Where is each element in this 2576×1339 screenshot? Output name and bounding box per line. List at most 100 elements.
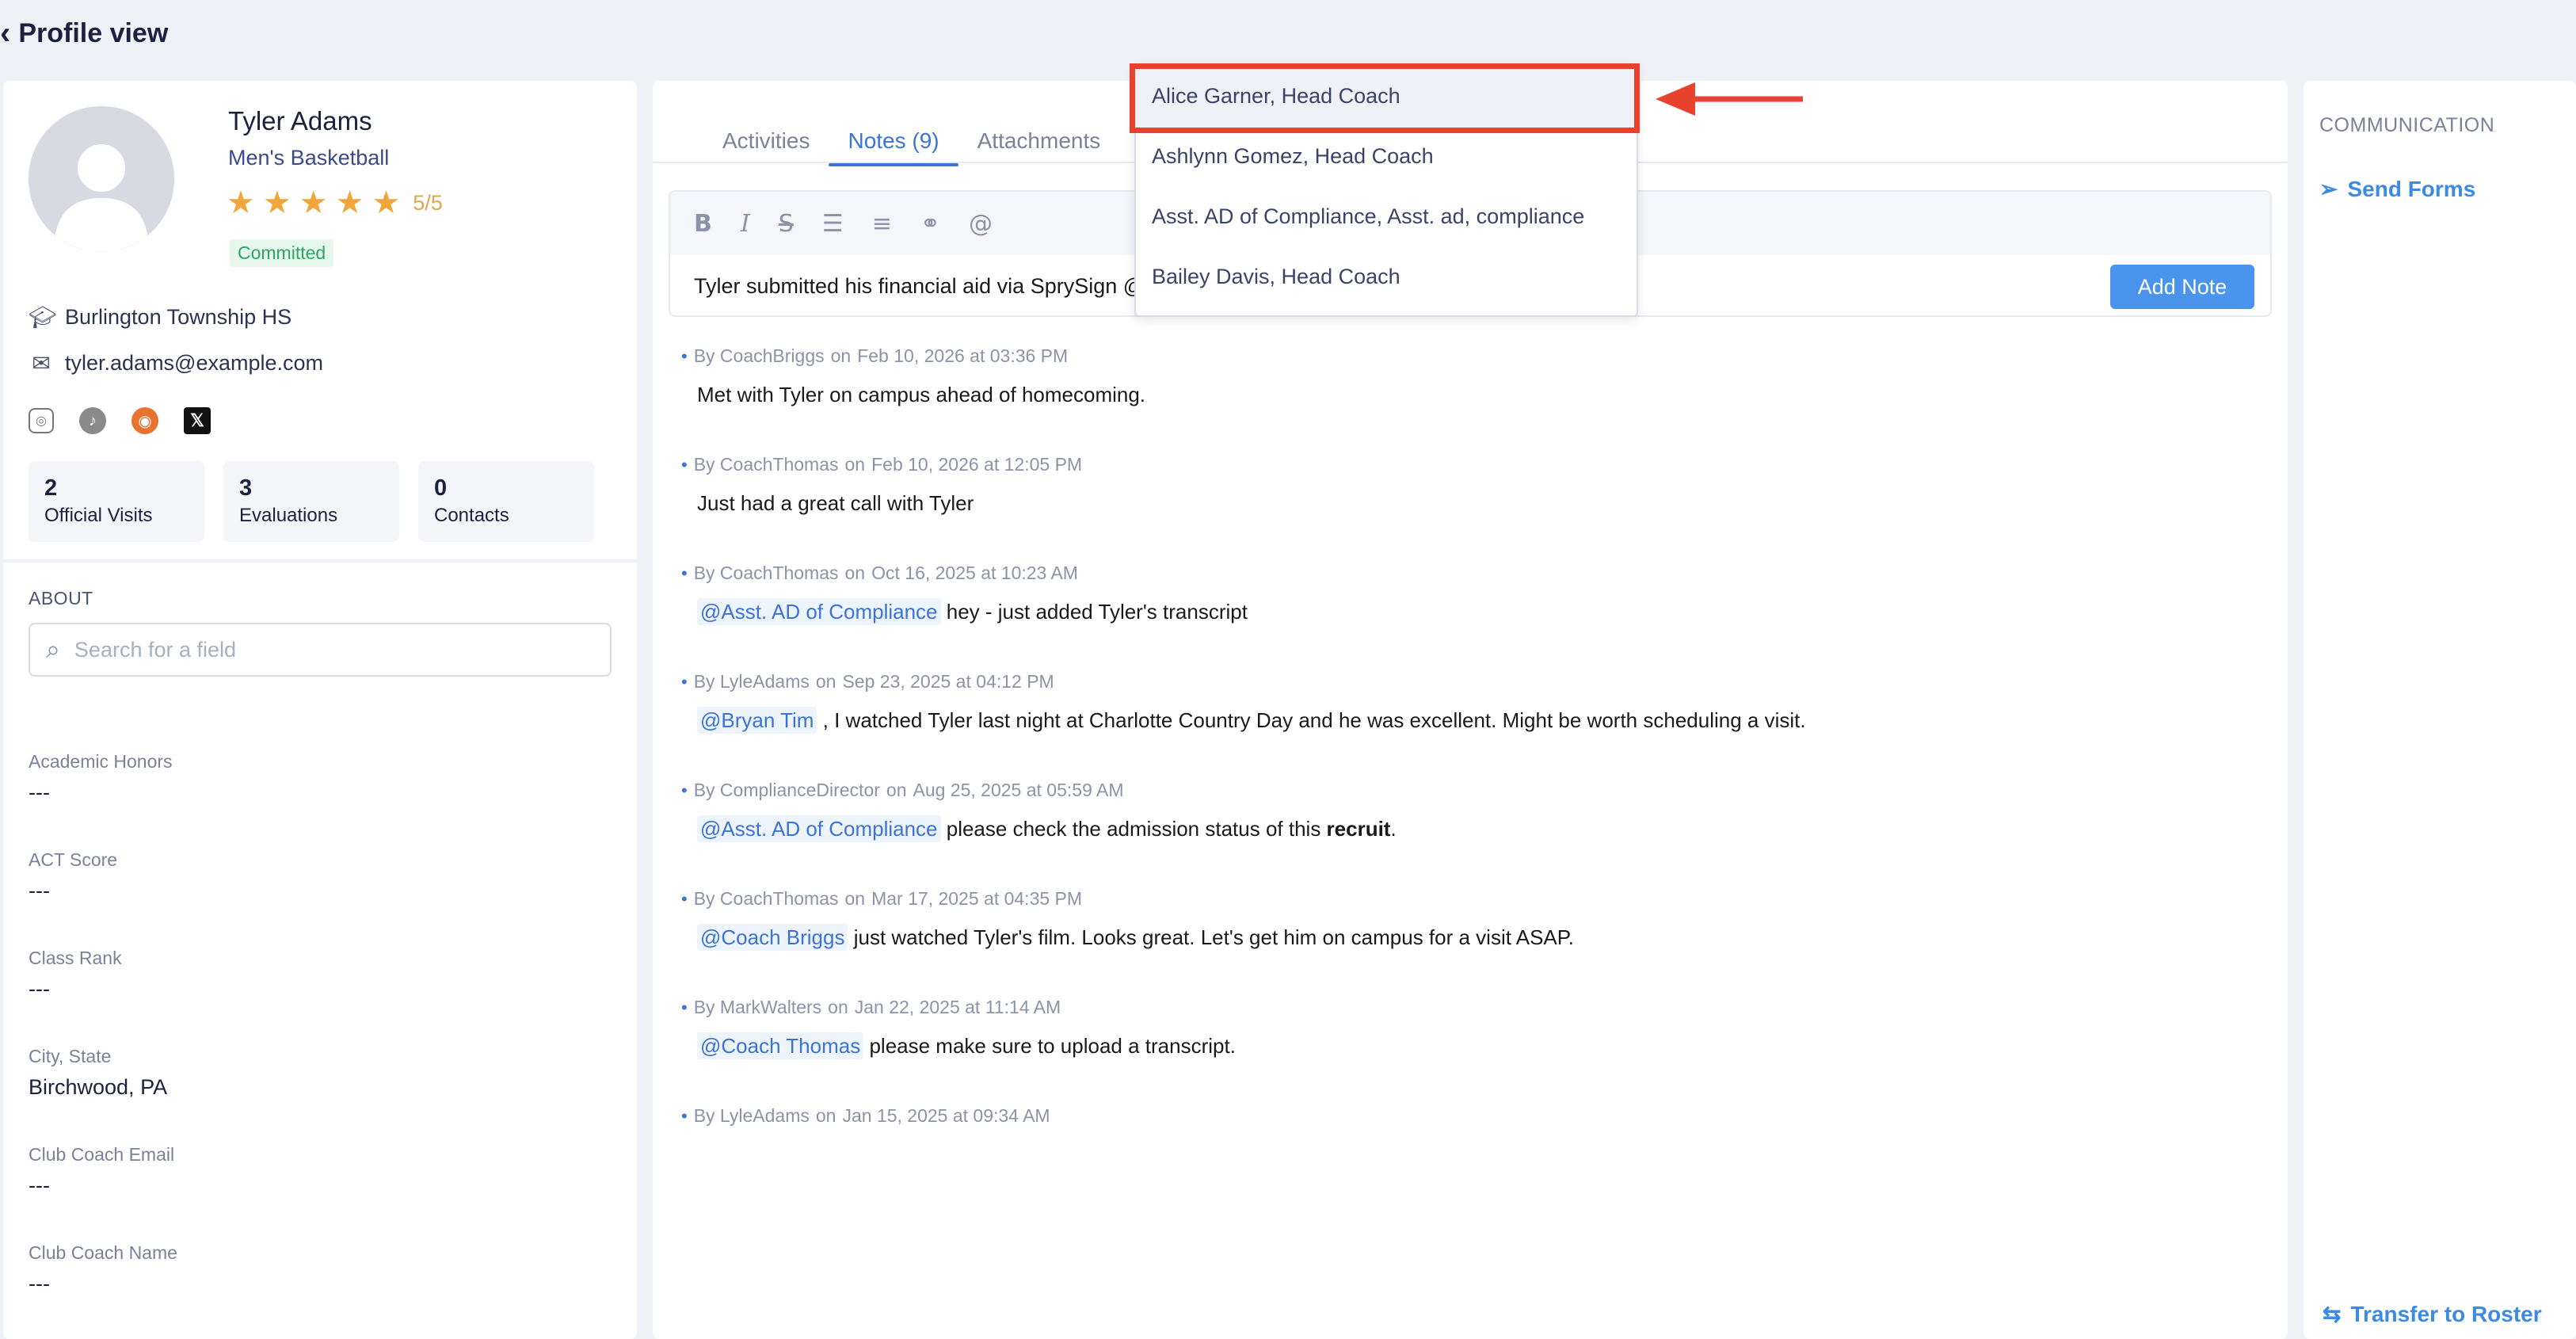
page-title: Profile view: [18, 17, 169, 48]
bullet-dot-icon: •: [681, 780, 688, 800]
note-body: Just had a great call with Tyler: [697, 491, 1082, 516]
profile-sport: Men's Basketball: [228, 146, 390, 170]
note-meta: • By CoachThomas on Oct 16, 2025 at 10:2…: [681, 563, 1248, 584]
field-class-rank: Class Rank ---: [29, 948, 122, 1001]
note-item: • By LyleAdams on Sep 23, 2025 at 04:12 …: [681, 671, 1806, 734]
note-item: • By CoachBriggs on Feb 10, 2026 at 03:3…: [681, 345, 1145, 407]
stat-evaluations[interactable]: 3 Evaluations: [223, 461, 399, 542]
field-label: Club Coach Name: [29, 1242, 177, 1263]
send-forms-label: Send Forms: [2347, 176, 2476, 201]
communication-heading: COMMUNICATION: [2319, 114, 2495, 136]
page-header: ‹ Profile view: [0, 13, 168, 54]
field-label: Academic Honors: [29, 751, 173, 772]
send-forms-button[interactable]: ➢ Send Forms: [2319, 176, 2475, 202]
note-author: By CoachThomas: [693, 454, 839, 475]
note-meta: • By CoachBriggs on Feb 10, 2026 at 03:3…: [681, 345, 1145, 367]
mention-tag[interactable]: @Asst. AD of Compliance: [697, 815, 941, 842]
bullet-dot-icon: •: [681, 345, 688, 366]
mention-option[interactable]: Bailey Davis, Head Coach: [1152, 265, 1400, 289]
field-search[interactable]: ⌕: [29, 623, 612, 677]
profile-name: Tyler Adams: [228, 106, 372, 135]
about-heading: ABOUT: [29, 588, 93, 608]
note-text: Just had a great call with Tyler: [697, 491, 974, 515]
field-value[interactable]: ---: [29, 977, 122, 1001]
field-value[interactable]: Birchwood, PA: [29, 1075, 167, 1100]
note-meta: • By CoachThomas on Mar 17, 2025 at 04:3…: [681, 888, 1574, 910]
graduation-cap-icon: 🎓︎: [29, 305, 57, 330]
stat-value: 2: [44, 475, 58, 501]
add-note-button[interactable]: Add Note: [2110, 265, 2254, 309]
mention-option[interactable]: Asst. AD of Compliance, Asst. ad, compli…: [1152, 204, 1584, 229]
hudl-icon[interactable]: ◉: [131, 407, 158, 434]
stat-value: 3: [239, 475, 253, 501]
tab-attachments[interactable]: Attachments: [958, 117, 1120, 166]
email-row: ✉ tyler.adams@example.com: [29, 350, 323, 376]
mention-option[interactable]: Ashlynn Gomez, Head Coach: [1152, 144, 1434, 169]
field-value[interactable]: ---: [29, 1272, 177, 1296]
note-date-prefix: on: [844, 563, 866, 583]
field-club-coach-name: Club Coach Name ---: [29, 1242, 177, 1296]
note-text: please check the admission status of thi…: [940, 817, 1327, 841]
note-date: Mar 17, 2025 at 04:35 PM: [871, 888, 1083, 909]
email-address[interactable]: tyler.adams@example.com: [65, 351, 323, 376]
note-item: • By CoachThomas on Feb 10, 2026 at 12:0…: [681, 454, 1082, 516]
field-academic-honors: Academic Honors ---: [29, 751, 173, 805]
stat-official-visits[interactable]: 2 Official Visits: [29, 461, 204, 542]
instagram-icon[interactable]: ◎: [29, 408, 54, 433]
note-input[interactable]: Tyler submitted his financial aid via Sp…: [694, 274, 1145, 299]
bold-icon[interactable]: B: [694, 210, 712, 238]
x-icon[interactable]: 𝕏: [184, 407, 211, 434]
callout-arrow-icon: [1656, 82, 1803, 116]
field-value[interactable]: ---: [29, 879, 117, 903]
field-act-score: ACT Score ---: [29, 849, 117, 903]
note-text: please make sure to upload a transcript.: [863, 1034, 1236, 1058]
note-date-prefix: on: [828, 997, 848, 1017]
note-meta: • By ComplianceDirector on Aug 25, 2025 …: [681, 780, 1397, 801]
note-date-prefix: on: [844, 454, 866, 475]
note-date-prefix: on: [815, 671, 836, 692]
note-author: By LyleAdams: [693, 1105, 810, 1126]
note-author: By MarkWalters: [693, 997, 822, 1017]
note-date-prefix: on: [844, 888, 866, 909]
star-rating: ★ ★ ★ ★ ★ 5/5: [227, 187, 443, 219]
stats-row: 2 Official Visits 3 Evaluations 0 Contac…: [29, 461, 594, 542]
note-body: @Coach Briggs just watched Tyler's film.…: [697, 924, 1574, 951]
stat-contacts[interactable]: 0 Contacts: [418, 461, 594, 542]
note-bold-text: recruit: [1326, 817, 1391, 841]
italic-icon[interactable]: I: [741, 210, 750, 238]
stat-label: Evaluations: [239, 505, 338, 526]
note-date-prefix: on: [830, 345, 852, 366]
tab-notes[interactable]: Notes (9): [829, 117, 958, 166]
field-club-coach-email: Club Coach Email ---: [29, 1144, 174, 1198]
note-text: Met with Tyler on campus ahead of homeco…: [697, 383, 1146, 406]
link-icon[interactable]: ⚭: [920, 210, 940, 238]
numbered-list-icon[interactable]: ≡: [872, 210, 892, 238]
bullet-dot-icon: •: [681, 888, 688, 909]
field-search-input[interactable]: [72, 636, 551, 663]
bullet-dot-icon: •: [681, 997, 688, 1017]
chevron-left-icon[interactable]: ‹: [0, 17, 10, 49]
bullet-list-icon[interactable]: ☰: [822, 210, 844, 238]
note-text: hey - just added Tyler's transcript: [940, 600, 1248, 624]
field-label: ACT Score: [29, 849, 118, 870]
profile-panel: Tyler Adams Men's Basketball ★ ★ ★ ★ ★ 5…: [3, 81, 637, 1339]
mention-tag[interactable]: @Bryan Tim: [697, 707, 817, 734]
note-meta: • By LyleAdams on Jan 15, 2025 at 09:34 …: [681, 1105, 1050, 1127]
mention-tag[interactable]: @Coach Thomas: [697, 1032, 864, 1059]
tab-activities[interactable]: Activities: [703, 117, 829, 166]
note-meta: • By MarkWalters on Jan 22, 2025 at 11:1…: [681, 997, 1236, 1018]
mention-tag[interactable]: @Coach Briggs: [697, 924, 848, 951]
field-label: Class Rank: [29, 948, 122, 968]
field-value[interactable]: ---: [29, 1173, 174, 1198]
tiktok-icon[interactable]: ♪: [79, 407, 106, 434]
strikethrough-icon[interactable]: S: [779, 210, 794, 238]
note-body: @Asst. AD of Compliance hey - just added…: [697, 598, 1248, 625]
transfer-label: Transfer to Roster: [2350, 1301, 2542, 1326]
field-value[interactable]: ---: [29, 780, 173, 805]
send-icon: ➢: [2319, 177, 2338, 201]
mention-icon[interactable]: @: [969, 210, 993, 238]
mention-tag[interactable]: @Asst. AD of Compliance: [697, 598, 941, 625]
transfer-to-roster-button[interactable]: ⇆ Transfer to Roster: [2323, 1301, 2542, 1327]
social-links: ◎ ♪ ◉ 𝕏: [29, 407, 211, 434]
star-icon: ★: [262, 185, 292, 220]
